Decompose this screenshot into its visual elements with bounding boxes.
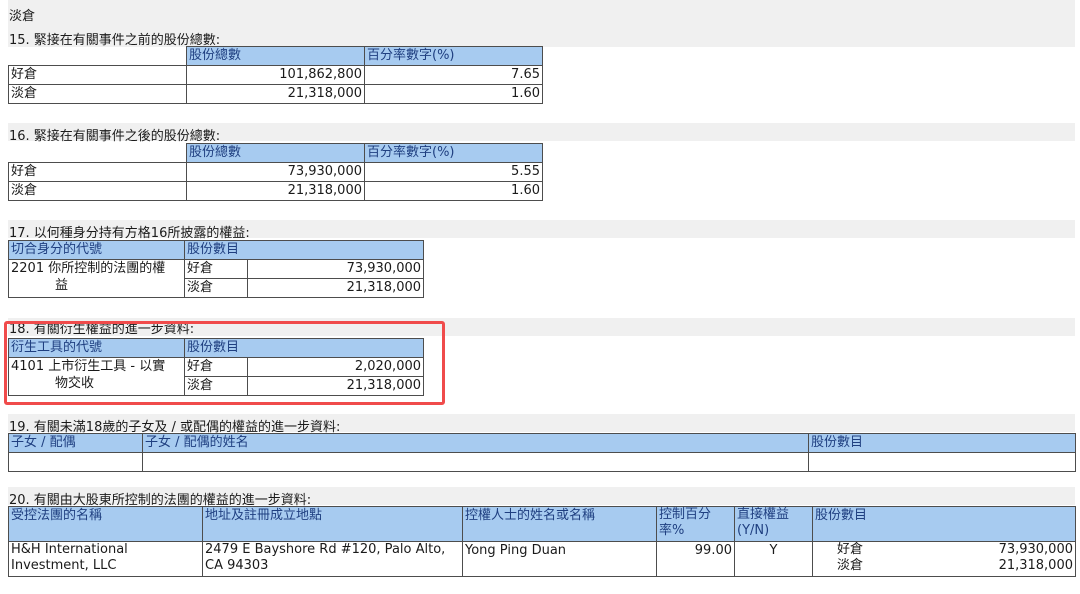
percentage-value: 7.65 bbox=[364, 65, 543, 85]
section17-title: 17. 以何種身分持有方格16所披露的權益: bbox=[9, 226, 250, 241]
header-spacer bbox=[9, 47, 187, 66]
header-controlled-corp: 受控法團的名稱 bbox=[8, 506, 203, 542]
header-total-shares: 股份總數 bbox=[186, 143, 365, 163]
header-child-spouse-name: 子女 / 配偶的姓名 bbox=[142, 433, 809, 453]
percentage-value: 1.60 bbox=[364, 181, 543, 201]
header-controller-name: 控權人士的姓名或名稱 bbox=[462, 506, 657, 542]
section17-table: 切合身分的代號 股份數目 2201 你所控制的法團的權 益 好倉 73,930,… bbox=[8, 240, 425, 298]
section16-table: 股份總數 百分率數字(%) 好倉 73,930,000 5.55 淡倉 21,3… bbox=[8, 143, 543, 201]
row-label: 好倉 bbox=[8, 162, 187, 182]
capacity-cell: 2201 你所控制的法團的權 益 bbox=[8, 259, 185, 298]
table-row: H&H International Investment, LLC 2479 E… bbox=[8, 541, 1076, 577]
corp-name: H&H International Investment, LLC bbox=[8, 541, 203, 577]
shares-value: 21,318,000 bbox=[186, 84, 365, 104]
capacity-description: 你所控制的法團的權 bbox=[48, 261, 166, 276]
capacity-code: 2201 bbox=[11, 261, 45, 276]
header-address: 地址及註冊成立地點 bbox=[202, 506, 463, 542]
table-row: 好倉 101,862,800 7.65 bbox=[8, 65, 543, 85]
percentage-value: 5.55 bbox=[364, 162, 543, 182]
header-direct-interest: 直接權益(Y/N) bbox=[734, 506, 813, 542]
shares-value: 21,318,000 bbox=[998, 558, 1073, 573]
highlight-box bbox=[4, 321, 445, 405]
capacity-description-cont: 益 bbox=[55, 278, 69, 293]
header-spacer bbox=[9, 144, 187, 163]
row-label: 淡倉 bbox=[8, 84, 187, 104]
share-count-cell: 好倉 73,930,000 淡倉 21,318,000 bbox=[812, 541, 1076, 577]
position-label: 好倉 bbox=[184, 259, 248, 279]
shares-value: 73,930,000 bbox=[998, 542, 1073, 558]
position-label: 淡倉 bbox=[184, 278, 248, 298]
control-percentage: 99.00 bbox=[656, 541, 735, 577]
header-percentage: 百分率數字(%) bbox=[364, 143, 543, 163]
controller-name: Yong Ping Duan bbox=[462, 541, 657, 577]
shares-value: 73,930,000 bbox=[246, 259, 425, 279]
header-capacity-code: 切合身分的代號 bbox=[8, 240, 185, 260]
shares-value: 21,318,000 bbox=[246, 278, 425, 298]
table-row: 2201 你所控制的法團的權 益 好倉 73,930,000 bbox=[8, 259, 425, 298]
direct-interest: Y bbox=[734, 541, 813, 577]
shares-value: 101,862,800 bbox=[186, 65, 365, 85]
header-percentage: 百分率數字(%) bbox=[364, 46, 543, 66]
row-label: 好倉 bbox=[8, 65, 187, 85]
shares-value: 73,930,000 bbox=[186, 162, 365, 182]
empty-cell bbox=[8, 452, 143, 472]
top-label: 淡倉 bbox=[9, 9, 36, 24]
section16-title: 16. 緊接在有關事件之後的股份總數: bbox=[9, 129, 221, 144]
position-label: 好倉 bbox=[837, 542, 864, 558]
table-row: 好倉 73,930,000 5.55 bbox=[8, 162, 543, 182]
shares-value: 21,318,000 bbox=[186, 181, 365, 201]
corp-address: 2479 E Bayshore Rd #120, Palo Alto, CA 9… bbox=[202, 541, 463, 577]
header-child-spouse: 子女 / 配偶 bbox=[8, 433, 143, 453]
section15-table: 股份總數 百分率數字(%) 好倉 101,862,800 7.65 淡倉 21,… bbox=[8, 46, 543, 104]
table-row: 淡倉 21,318,000 1.60 bbox=[8, 84, 543, 104]
table-row bbox=[8, 452, 1076, 472]
section19-table: 子女 / 配偶 子女 / 配偶的姓名 股份數目 bbox=[8, 433, 1076, 472]
position-label: 淡倉 bbox=[837, 558, 864, 573]
header-total-shares: 股份總數 bbox=[186, 46, 365, 66]
empty-cell bbox=[808, 452, 1076, 472]
header-share-count: 股份數目 bbox=[183, 240, 425, 260]
header-share-count: 股份數目 bbox=[812, 506, 1076, 542]
header-control-percentage: 控制百分率% bbox=[656, 506, 735, 542]
top-band bbox=[8, 0, 1075, 28]
percentage-value: 1.60 bbox=[364, 84, 543, 104]
section20-table: 受控法團的名稱 地址及註冊成立地點 控權人士的姓名或名稱 控制百分率% 直接權益… bbox=[8, 506, 1076, 577]
header-share-count: 股份數目 bbox=[808, 433, 1076, 453]
table-row: 淡倉 21,318,000 1.60 bbox=[8, 181, 543, 201]
row-label: 淡倉 bbox=[8, 181, 187, 201]
empty-cell bbox=[142, 452, 809, 472]
